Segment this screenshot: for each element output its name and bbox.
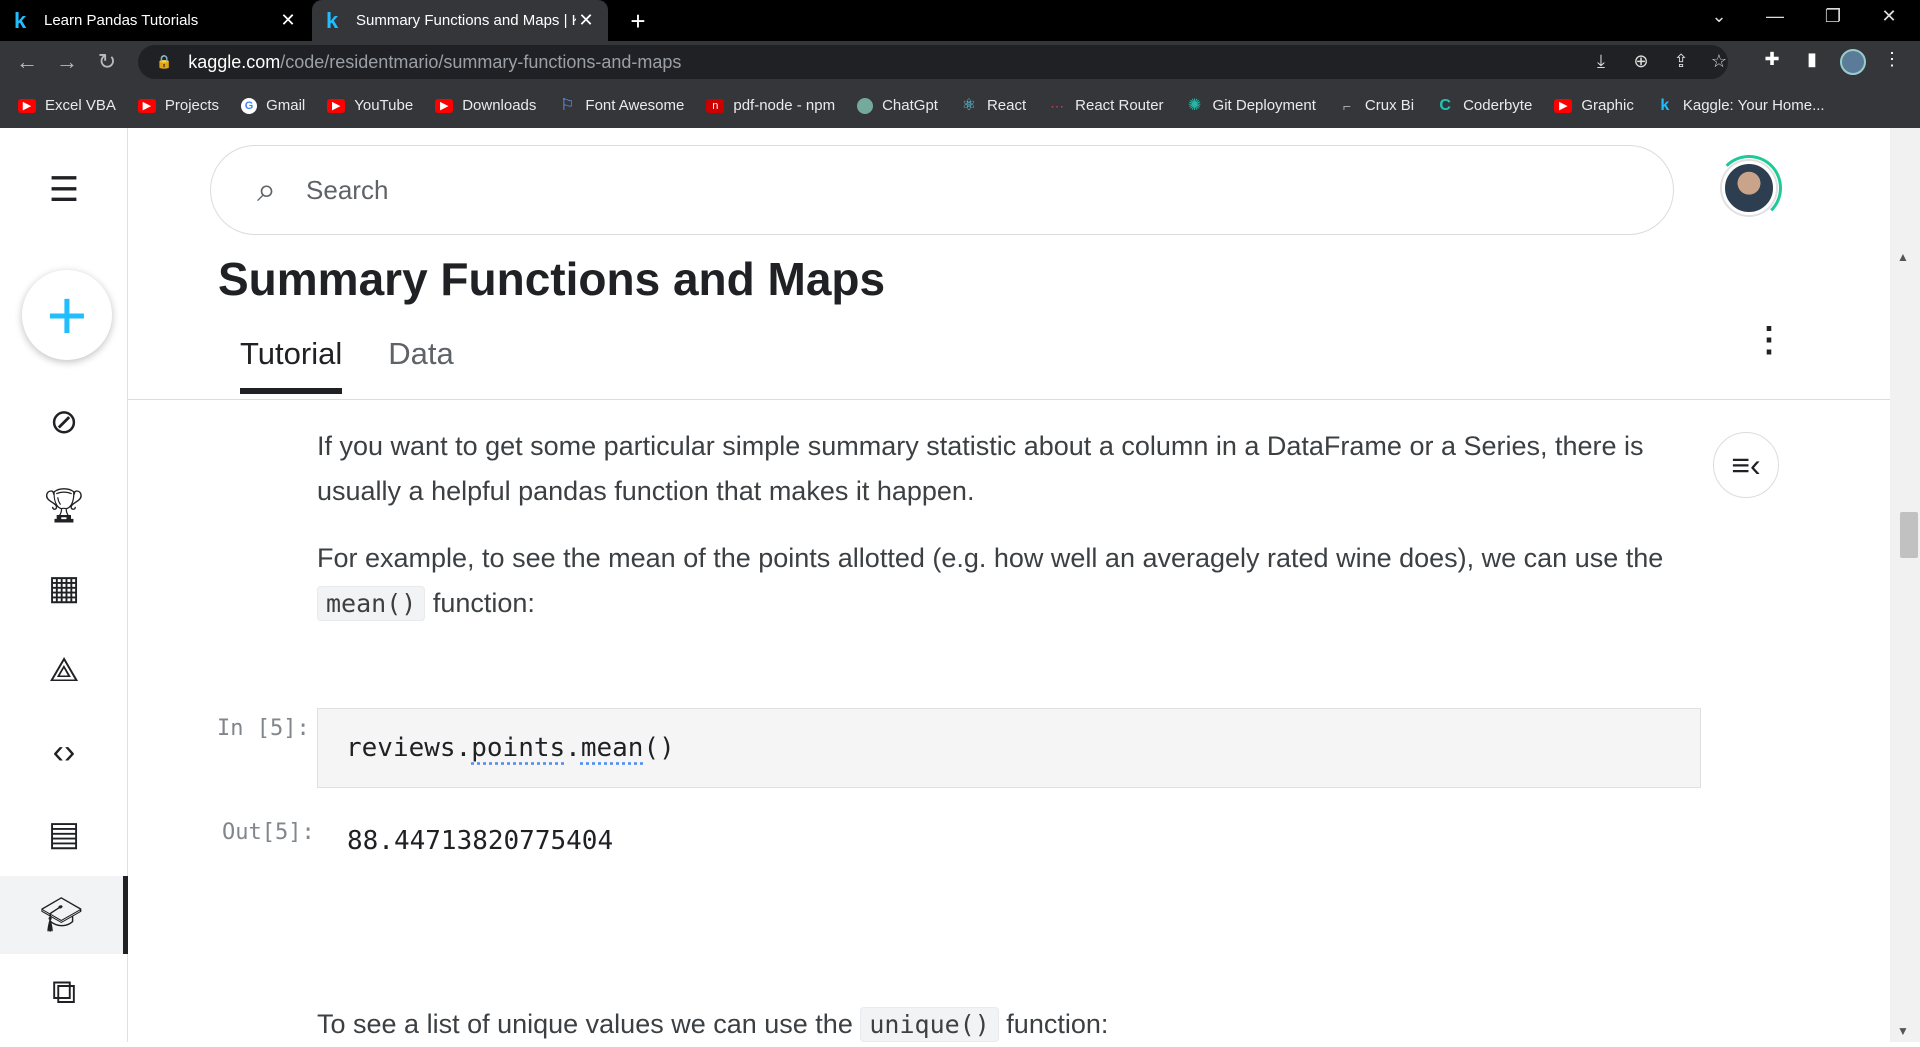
copy-stack-icon[interactable]: ⧉ bbox=[0, 960, 128, 1024]
paragraph-mean-example: For example, to see the mean of the poin… bbox=[317, 536, 1677, 626]
cell-out-prompt: Out[5]: bbox=[222, 820, 315, 845]
bookmark-graphic[interactable]: ▶ Graphic bbox=[1554, 97, 1634, 114]
page-title: Summary Functions and Maps bbox=[218, 253, 886, 305]
page-tabs: Tutorial Data bbox=[240, 336, 500, 394]
paragraph-unique-values: To see a list of unique values we can us… bbox=[317, 1002, 1677, 1047]
bookmark-star-icon[interactable]: ☆ bbox=[1706, 51, 1732, 72]
install-app-icon[interactable]: ⤓ bbox=[1588, 51, 1614, 72]
kaggle-page: ☰ + ⊘ 🏆︎ ▦ ⟁ ‹› ▤ 🎓︎ ⧉ ⌕ Summary Functio… bbox=[0, 128, 1920, 1042]
bookmark-pdf-node[interactable]: n pdf-node - npm bbox=[706, 97, 835, 114]
back-arrow-icon[interactable]: ← bbox=[12, 49, 42, 75]
crux-icon: ⌐ bbox=[1342, 97, 1351, 114]
table-of-contents-icon[interactable]: ≡‹ bbox=[1713, 432, 1779, 498]
tab-data[interactable]: Data bbox=[388, 336, 453, 394]
bookmark-react-router[interactable]: ⋯ React Router bbox=[1048, 97, 1163, 114]
google-icon: G bbox=[241, 97, 258, 114]
browser-tab-bar: k Learn Pandas Tutorials ✕ k Summary Fun… bbox=[0, 0, 1920, 41]
close-window-icon[interactable]: ✕ bbox=[1866, 6, 1912, 27]
url-path: /code/residentmario/summary-functions-an… bbox=[280, 51, 682, 72]
discussion-icon[interactable]: ▤ bbox=[0, 802, 128, 866]
bookmarks-bar: ▶ Excel VBA ▶ Projects G Gmail ▶ YouTube ▶ Do… bbox=[0, 83, 1920, 128]
tab-title: Learn Pandas Tutorials bbox=[44, 12, 199, 29]
cell-output: 88.44713820775404 bbox=[347, 826, 614, 856]
restore-window-icon[interactable]: ❐ bbox=[1810, 6, 1856, 27]
youtube-icon: ▶ bbox=[327, 98, 346, 113]
zoom-icon[interactable]: ⊕ bbox=[1628, 51, 1654, 72]
page-scrollbar[interactable] bbox=[1890, 128, 1920, 1042]
tab-search-chevron-icon[interactable]: ⌄ bbox=[1696, 6, 1742, 27]
learn-graduation-cap-icon[interactable]: 🎓︎ bbox=[0, 876, 128, 954]
bookmark-gmail[interactable]: G Gmail bbox=[241, 97, 305, 114]
search-bar[interactable]: ⌕ bbox=[210, 145, 1674, 235]
kaggle-favicon-icon: k bbox=[14, 7, 27, 33]
tab-tutorial[interactable]: Tutorial bbox=[240, 336, 343, 394]
search-icon: ⌕ bbox=[257, 170, 277, 209]
chatgpt-icon bbox=[857, 97, 874, 114]
scrollbar-thumb[interactable] bbox=[1900, 512, 1918, 558]
bookmark-youtube[interactable]: ▶ YouTube bbox=[327, 97, 413, 114]
kaggle-favicon-icon: k bbox=[326, 7, 339, 33]
side-panel-icon[interactable]: ▮ bbox=[1798, 49, 1826, 70]
bookmark-react[interactable]: ⚛ React bbox=[960, 97, 1026, 114]
compass-icon[interactable]: ⊘ bbox=[0, 390, 128, 454]
npm-icon: n bbox=[706, 98, 725, 113]
scroll-up-arrow-icon[interactable]: ▲ bbox=[1897, 250, 1909, 264]
cell-in-prompt: In [5]: bbox=[217, 716, 310, 741]
hamburger-menu-icon[interactable]: ☰ bbox=[0, 158, 128, 222]
close-tab-icon[interactable]: ✕ bbox=[576, 10, 596, 31]
tabs-divider bbox=[128, 399, 1890, 400]
left-navigation: ☰ + ⊘ 🏆︎ ▦ ⟁ ‹› ▤ 🎓︎ ⧉ bbox=[0, 128, 128, 1042]
share-icon[interactable]: ⇪ bbox=[1668, 51, 1694, 72]
forward-arrow-icon[interactable]: → bbox=[52, 49, 82, 75]
code-icon[interactable]: ‹› bbox=[0, 720, 128, 784]
bookmark-kaggle[interactable]: k Kaggle: Your Home... bbox=[1656, 96, 1824, 114]
bookmark-downloads[interactable]: ▶ Downloads bbox=[435, 97, 536, 114]
youtube-icon: ▶ bbox=[1554, 98, 1573, 113]
bookmark-font-awesome[interactable]: ⚐ Font Awesome bbox=[558, 97, 684, 114]
trophy-icon[interactable]: 🏆︎ bbox=[0, 474, 128, 538]
react-icon: ⚛ bbox=[961, 96, 977, 114]
coderbyte-icon: C bbox=[1439, 96, 1451, 114]
react-router-icon: ⋯ bbox=[1050, 97, 1065, 114]
code-cell[interactable]: reviews. points. mean() bbox=[317, 708, 1701, 788]
bookmark-crux-bi[interactable]: ⌐ Crux Bi bbox=[1338, 97, 1414, 114]
minimize-window-icon[interactable]: — bbox=[1752, 6, 1798, 27]
url-host: kaggle.com bbox=[188, 51, 281, 72]
create-button[interactable]: + bbox=[22, 270, 112, 360]
bookmark-projects[interactable]: ▶ Projects bbox=[137, 97, 219, 114]
scroll-down-arrow-icon[interactable]: ▼ bbox=[1897, 1024, 1909, 1038]
models-icon[interactable]: ⟁ bbox=[0, 638, 128, 702]
inline-code-mean: mean() bbox=[317, 586, 426, 621]
youtube-icon: ▶ bbox=[18, 98, 36, 113]
lock-icon: 🔒 bbox=[156, 54, 173, 69]
bookmark-coderbyte[interactable]: C Coderbyte bbox=[1436, 97, 1532, 114]
more-options-icon[interactable]: ⋮ bbox=[1752, 320, 1786, 360]
paragraph-summary-statistic: If you want to get some particular simpl… bbox=[317, 431, 1644, 506]
bookmark-chatgpt[interactable]: ChatGpt bbox=[857, 97, 938, 114]
close-tab-icon[interactable]: ✕ bbox=[278, 10, 298, 31]
git-icon: ✺ bbox=[1187, 96, 1202, 114]
browser-toolbar: ← → ↻ 🔒 kaggle.com /code/residentmario/s… bbox=[0, 41, 1920, 83]
kaggle-icon: k bbox=[1660, 96, 1670, 114]
table-icon[interactable]: ▦ bbox=[0, 556, 128, 620]
search-input[interactable] bbox=[306, 174, 1407, 206]
browser-tab-summary-functions[interactable]: k Summary Functions and Maps | K ✕ bbox=[312, 0, 608, 41]
youtube-icon: ▶ bbox=[137, 98, 156, 113]
extensions-puzzle-icon[interactable]: ✚ bbox=[1758, 49, 1786, 70]
plus-icon: + bbox=[46, 276, 88, 354]
inline-code-unique: unique() bbox=[860, 1007, 999, 1042]
new-tab-button[interactable]: + bbox=[624, 6, 652, 37]
reload-icon[interactable]: ↻ bbox=[92, 49, 122, 75]
tab-title: Summary Functions and Maps | K bbox=[356, 12, 576, 29]
browser-tab-learn-pandas[interactable]: k Learn Pandas Tutorials ✕ bbox=[0, 0, 310, 41]
address-bar[interactable]: 🔒 kaggle.com /code/residentmario/summary… bbox=[138, 45, 1728, 79]
browser-menu-icon[interactable]: ⋮ bbox=[1878, 49, 1906, 70]
bookmark-git-deployment[interactable]: ✺ Git Deployment bbox=[1186, 97, 1316, 114]
flag-icon: ⚐ bbox=[560, 96, 575, 114]
youtube-icon: ▶ bbox=[435, 98, 454, 113]
browser-profile-avatar[interactable] bbox=[1840, 49, 1866, 75]
bookmark-excel-vba[interactable]: ▶ Excel VBA bbox=[18, 97, 116, 114]
user-avatar[interactable] bbox=[1722, 161, 1776, 215]
